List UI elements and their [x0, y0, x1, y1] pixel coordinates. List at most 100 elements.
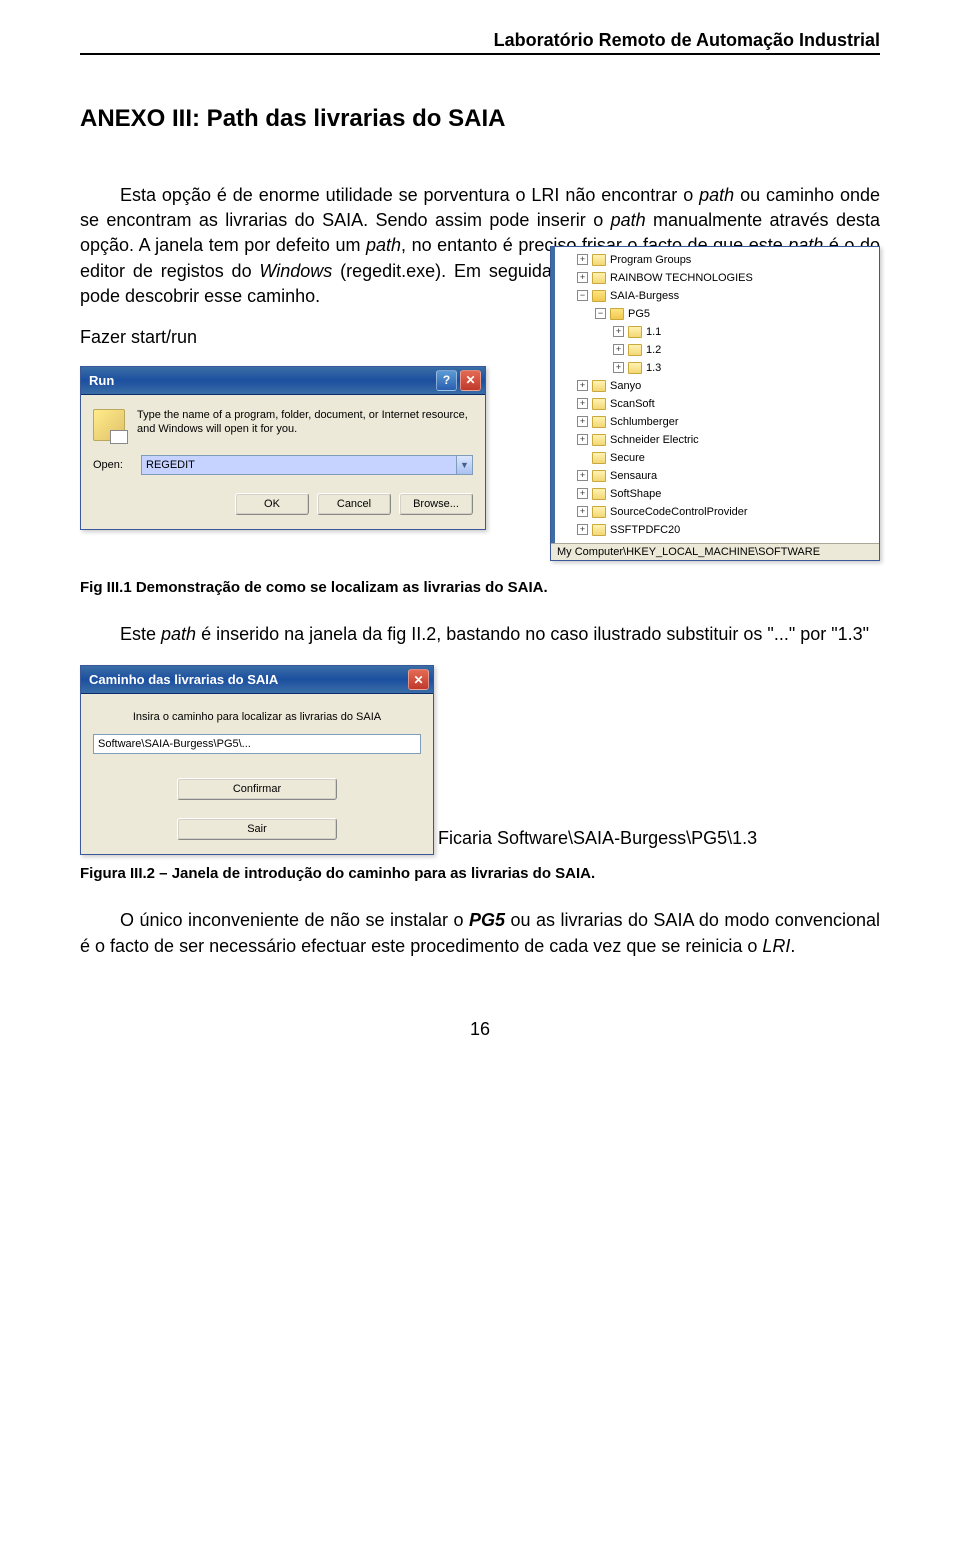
tree-node[interactable]: +Sensaura — [559, 467, 873, 485]
open-input[interactable] — [142, 456, 456, 474]
p3-b: PG5 — [469, 910, 505, 930]
caminho-titlebar: Caminho das livrarias do SAIA ✕ — [81, 666, 433, 694]
folder-icon — [628, 344, 642, 356]
expand-icon[interactable]: + — [613, 326, 624, 337]
tree-node[interactable]: −SAIA-Burgess — [559, 287, 873, 305]
tree-node[interactable]: + SSFTPDFC20 — [559, 521, 873, 539]
tree-node[interactable]: + ScanSoft — [559, 395, 873, 413]
tree-node-label: ScanSoft — [610, 395, 655, 413]
expand-icon[interactable]: + — [613, 362, 624, 373]
tree-node-label: Secure — [610, 449, 645, 467]
folder-icon — [628, 326, 642, 338]
ficaria-text: Ficaria Software\SAIA-Burgess\PG5\1.3 — [438, 828, 757, 855]
tree-node-label: PG5 — [628, 305, 650, 323]
tree-node-label: 1.1 — [646, 323, 661, 341]
close-button[interactable]: ✕ — [408, 669, 429, 690]
folder-icon — [592, 290, 606, 302]
expand-icon[interactable]: + — [577, 524, 588, 535]
caminho-instruction: Insira o caminho para localizar as livra… — [93, 710, 421, 724]
confirm-button[interactable]: Confirmar — [177, 778, 337, 800]
page-header: Laboratório Remoto de Automação Industri… — [80, 30, 880, 55]
folder-icon — [592, 506, 606, 518]
tree-node[interactable]: + SourceCodeControlProvider — [559, 503, 873, 521]
page-number: 16 — [80, 1019, 880, 1040]
tree-node-label: 1.3 — [646, 359, 661, 377]
tree-node[interactable]: + SoftShape — [559, 485, 873, 503]
p3-e: . — [790, 936, 795, 956]
folder-icon — [592, 488, 606, 500]
expand-icon[interactable]: + — [577, 470, 588, 481]
paragraph-2: Este path é inserido na janela da fig II… — [80, 622, 880, 647]
open-combobox[interactable]: ▼ — [141, 455, 473, 475]
tree-node-label: SourceCodeControlProvider — [610, 503, 748, 521]
p3-d: LRI — [762, 936, 790, 956]
folder-icon — [592, 254, 606, 266]
expand-icon[interactable]: + — [577, 254, 588, 265]
expand-icon[interactable]: + — [577, 434, 588, 445]
tree-node[interactable]: +1.2 — [559, 341, 873, 359]
folder-icon — [592, 452, 606, 464]
tree-node-label: Schneider Electric — [610, 431, 699, 449]
p1-j: Windows — [259, 261, 332, 281]
run-titlebar: Run ? ✕ — [81, 367, 485, 395]
header-title: Laboratório Remoto de Automação Industri… — [494, 30, 880, 50]
tree-node-label: 1.2 — [646, 341, 661, 359]
expand-icon[interactable]: + — [577, 380, 588, 391]
expand-icon[interactable]: + — [577, 416, 588, 427]
folder-icon — [592, 380, 606, 392]
dropdown-icon[interactable]: ▼ — [456, 456, 472, 474]
tree-node-label: Schlumberger — [610, 413, 678, 431]
expand-icon[interactable]: + — [577, 272, 588, 283]
registry-tree[interactable]: +Program Groups+RAINBOW TECHNOLOGIES−SAI… — [555, 247, 879, 543]
sair-button[interactable]: Sair — [177, 818, 337, 840]
close-button[interactable]: ✕ — [460, 370, 481, 391]
caminho-dialog: Caminho das livrarias do SAIA ✕ Insira o… — [80, 665, 434, 855]
expand-icon[interactable]: + — [577, 506, 588, 517]
tree-node-label: SSFTPDFC20 — [610, 521, 680, 539]
p2-b: path — [161, 624, 196, 644]
run-description: Type the name of a program, folder, docu… — [137, 409, 473, 441]
folder-icon — [592, 416, 606, 428]
run-dialog: Run ? ✕ Type the name of a program, fold… — [80, 366, 486, 530]
p2-c: é inserido na janela da fig II.2, bastan… — [196, 624, 869, 644]
figure-1-caption: Fig III.1 Demonstração de como se locali… — [80, 579, 880, 596]
open-label: Open: — [93, 459, 129, 471]
tree-node[interactable]: + Schneider Electric — [559, 431, 873, 449]
tree-node[interactable]: Secure — [559, 449, 873, 467]
p1-f: path — [366, 235, 401, 255]
page-title: ANEXO III: Path das livrarias do SAIA — [80, 105, 880, 133]
folder-icon — [592, 470, 606, 482]
tree-node-label: Sanyo — [610, 377, 641, 395]
tree-node[interactable]: +1.3 — [559, 359, 873, 377]
help-button[interactable]: ? — [436, 370, 457, 391]
ok-button[interactable]: OK — [235, 493, 309, 515]
folder-icon — [628, 362, 642, 374]
folder-icon — [592, 524, 606, 536]
registry-statusbar: My Computer\HKEY_LOCAL_MACHINE\SOFTWARE — [551, 543, 879, 560]
tree-node[interactable]: +1.1 — [559, 323, 873, 341]
p1-b: path — [699, 185, 734, 205]
expand-icon — [577, 452, 588, 463]
tree-node[interactable]: + Sanyo — [559, 377, 873, 395]
expand-icon[interactable]: + — [613, 344, 624, 355]
browse-button[interactable]: Browse... — [399, 493, 473, 515]
expand-icon[interactable]: + — [577, 488, 588, 499]
tree-node[interactable]: + RAINBOW TECHNOLOGIES — [559, 269, 873, 287]
tree-node-label: SoftShape — [610, 485, 661, 503]
tree-node-label: RAINBOW TECHNOLOGIES — [610, 269, 753, 287]
p1-d: path — [611, 210, 646, 230]
caminho-title: Caminho das livrarias do SAIA — [89, 672, 278, 687]
folder-icon — [592, 272, 606, 284]
expand-icon[interactable]: + — [577, 398, 588, 409]
p2-a: Este — [120, 624, 161, 644]
folder-icon — [592, 434, 606, 446]
cancel-button[interactable]: Cancel — [317, 493, 391, 515]
tree-node[interactable]: + Schlumberger — [559, 413, 873, 431]
p3-a: O único inconveniente de não se instalar… — [120, 910, 469, 930]
registry-window: +Program Groups+RAINBOW TECHNOLOGIES−SAI… — [550, 246, 880, 561]
expand-icon[interactable]: − — [577, 290, 588, 301]
expand-icon[interactable]: − — [595, 308, 606, 319]
caminho-input[interactable] — [93, 734, 421, 754]
tree-node[interactable]: − PG5 — [559, 305, 873, 323]
tree-node[interactable]: +Program Groups — [559, 251, 873, 269]
